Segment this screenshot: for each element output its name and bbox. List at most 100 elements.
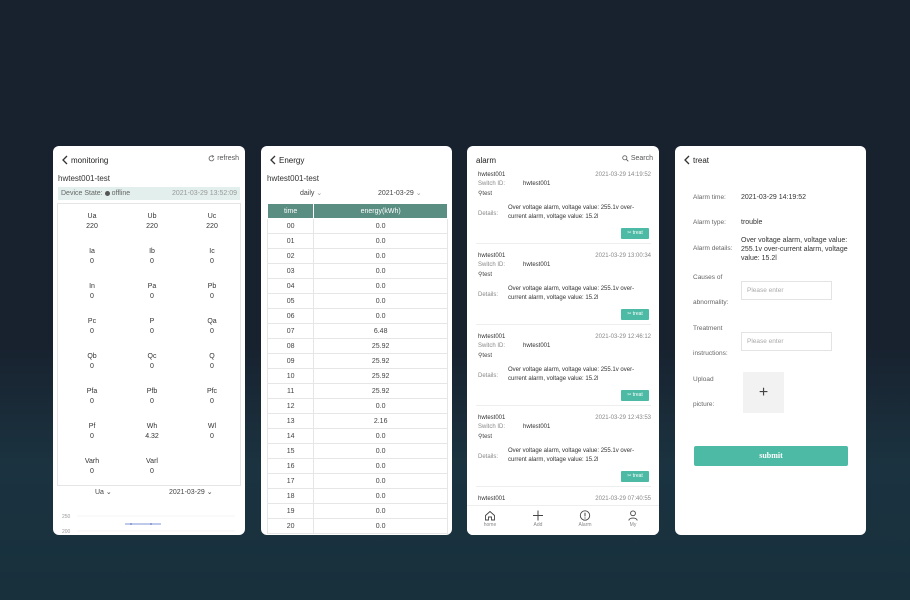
cell-energy: 0.0 bbox=[313, 233, 448, 249]
chevron-down-icon: ⌄ bbox=[415, 190, 422, 197]
cell-time: 11 bbox=[266, 383, 315, 399]
metric-qc: Qc 0 bbox=[122, 352, 182, 372]
metric-ub: Ub 220 bbox=[122, 212, 182, 232]
metric-label: In bbox=[89, 283, 95, 290]
details-label: Details: bbox=[478, 454, 499, 460]
metric-value: 0 bbox=[150, 328, 154, 335]
metric-label: Varh bbox=[84, 458, 100, 465]
treat-button[interactable]: ✂ treat bbox=[621, 471, 649, 482]
table-row: 04 0.0 bbox=[266, 278, 448, 294]
list-item[interactable]: hwtest001 2021-03-29 13:00:34 Switch ID: hw… bbox=[476, 253, 651, 325]
metric-label: Pb bbox=[207, 283, 217, 290]
cell-energy: 25.92 bbox=[313, 368, 448, 384]
alarm-details-label: Alarm details: bbox=[693, 245, 733, 252]
metric-label: Ub bbox=[147, 213, 157, 220]
treat-button[interactable]: ✂ treat bbox=[621, 228, 649, 239]
cell-time: 09 bbox=[266, 353, 315, 369]
metric-label: Pfa bbox=[86, 388, 98, 395]
cell-energy: 0.0 bbox=[313, 248, 448, 264]
status-dot-icon bbox=[104, 191, 110, 196]
chevron-down-icon: ⌄ bbox=[316, 190, 323, 197]
metric-value: 4.32 bbox=[145, 433, 159, 440]
cell-time: 06 bbox=[266, 308, 315, 324]
back-arrow-icon[interactable] bbox=[61, 155, 68, 165]
metric-label: Wl bbox=[207, 423, 217, 430]
cell-time: 19 bbox=[266, 503, 315, 519]
tab-add[interactable]: Add bbox=[523, 510, 553, 528]
treat-button-label: treat bbox=[632, 473, 643, 479]
metric-value: 0 bbox=[90, 433, 94, 440]
details-label: Details: bbox=[478, 211, 499, 217]
metric-value: 220 bbox=[146, 223, 158, 230]
refresh-button[interactable]: refresh bbox=[208, 155, 239, 162]
location: ⚲test bbox=[478, 433, 492, 440]
y-tick-200: 200 bbox=[62, 529, 71, 535]
monitoring-header: monitoring refresh bbox=[53, 146, 245, 174]
table-row: 03 0.0 bbox=[266, 263, 448, 279]
submit-button[interactable]: submit bbox=[694, 446, 848, 466]
cell-time: 20 bbox=[266, 518, 315, 534]
energy-header: Energy bbox=[261, 146, 452, 174]
switch-id-label: Switch ID: bbox=[478, 181, 506, 187]
switch-id-value: hwtest001 bbox=[523, 181, 551, 187]
metric-label: P bbox=[149, 318, 155, 325]
location: ⚲test bbox=[478, 271, 492, 278]
table-row: 12 0.0 bbox=[266, 398, 448, 414]
tab-my[interactable]: My bbox=[618, 510, 648, 528]
table-row: 11 25.92 bbox=[266, 383, 448, 399]
period-selector[interactable]: daily ⌄ bbox=[300, 189, 322, 197]
list-item[interactable]: hwtest001 2021-03-29 14:19:52 Switch ID: hw… bbox=[476, 172, 651, 244]
metric-qb: Qb 0 bbox=[62, 352, 122, 372]
metric-selector-value: Ua bbox=[95, 489, 104, 496]
table-row: 17 0.0 bbox=[266, 473, 448, 489]
details-label: Details: bbox=[478, 373, 499, 379]
metric-pb: Pb 0 bbox=[182, 282, 242, 302]
date-selector[interactable]: 2021-03-29 ⌄ bbox=[378, 189, 422, 197]
cell-energy: 25.92 bbox=[313, 383, 448, 399]
upload-picture-button[interactable]: + bbox=[743, 372, 784, 413]
table-row: 13 2.16 bbox=[266, 413, 448, 429]
date-selector[interactable]: 2021-03-29 ⌄ bbox=[169, 488, 213, 496]
metric-uc: Uc 220 bbox=[182, 212, 242, 232]
alarm-type-value: trouble bbox=[741, 219, 763, 226]
cell-energy: 2.16 bbox=[313, 413, 448, 429]
treatment-input[interactable]: Please enter bbox=[741, 332, 832, 351]
alarm-device-name: hwtest001 bbox=[478, 415, 506, 421]
metric-value: 0 bbox=[150, 468, 154, 475]
metric-pfa: Pfa 0 bbox=[62, 387, 122, 407]
back-arrow-icon[interactable] bbox=[683, 155, 690, 165]
causes-input[interactable]: Please enter bbox=[741, 281, 832, 300]
metric-qa: Qa 0 bbox=[182, 317, 242, 337]
column-header-energy: energy(kWh) bbox=[313, 203, 448, 219]
metric-label: Pc bbox=[87, 318, 97, 325]
metric-value: 0 bbox=[90, 468, 94, 475]
cell-energy: 0.0 bbox=[313, 278, 448, 294]
column-header-time: time bbox=[266, 203, 315, 219]
table-row: 06 0.0 bbox=[266, 308, 448, 324]
metric-wl: Wl 0 bbox=[182, 422, 242, 442]
alarm-timestamp: 2021-03-29 13:00:34 bbox=[595, 253, 651, 259]
metric-value: 0 bbox=[90, 328, 94, 335]
tab-alarm[interactable]: Alarm bbox=[570, 510, 600, 528]
back-arrow-icon[interactable] bbox=[269, 155, 276, 165]
cell-time: 16 bbox=[266, 458, 315, 474]
plus-icon: + bbox=[758, 383, 769, 401]
search-button[interactable]: Search bbox=[622, 155, 653, 162]
metric-value: 0 bbox=[150, 258, 154, 265]
cell-energy: 0.0 bbox=[313, 218, 448, 234]
refresh-label: refresh bbox=[217, 155, 239, 162]
list-item[interactable]: hwtest001 2021-03-29 12:46:12 Switch ID: hw… bbox=[476, 334, 651, 406]
table-row: 01 0.0 bbox=[266, 233, 448, 249]
metric-value: 0 bbox=[150, 398, 154, 405]
treat-screen: treat Alarm time: 2021-03-29 14:19:52 Al… bbox=[675, 146, 866, 535]
details-label: Details: bbox=[478, 292, 499, 298]
chevron-down-icon: ⌄ bbox=[105, 489, 112, 496]
tab-home[interactable]: home bbox=[475, 510, 505, 528]
page-title: alarm bbox=[476, 156, 497, 165]
treat-button[interactable]: ✂ treat bbox=[621, 390, 649, 401]
metric-ic: Ic 0 bbox=[182, 247, 242, 267]
list-item[interactable]: hwtest001 2021-03-29 12:43:53 Switch ID: hw… bbox=[476, 415, 651, 487]
metric-selector[interactable]: Ua ⌄ bbox=[95, 488, 112, 496]
treat-button[interactable]: ✂ treat bbox=[621, 309, 649, 320]
location-text: test bbox=[482, 191, 493, 197]
